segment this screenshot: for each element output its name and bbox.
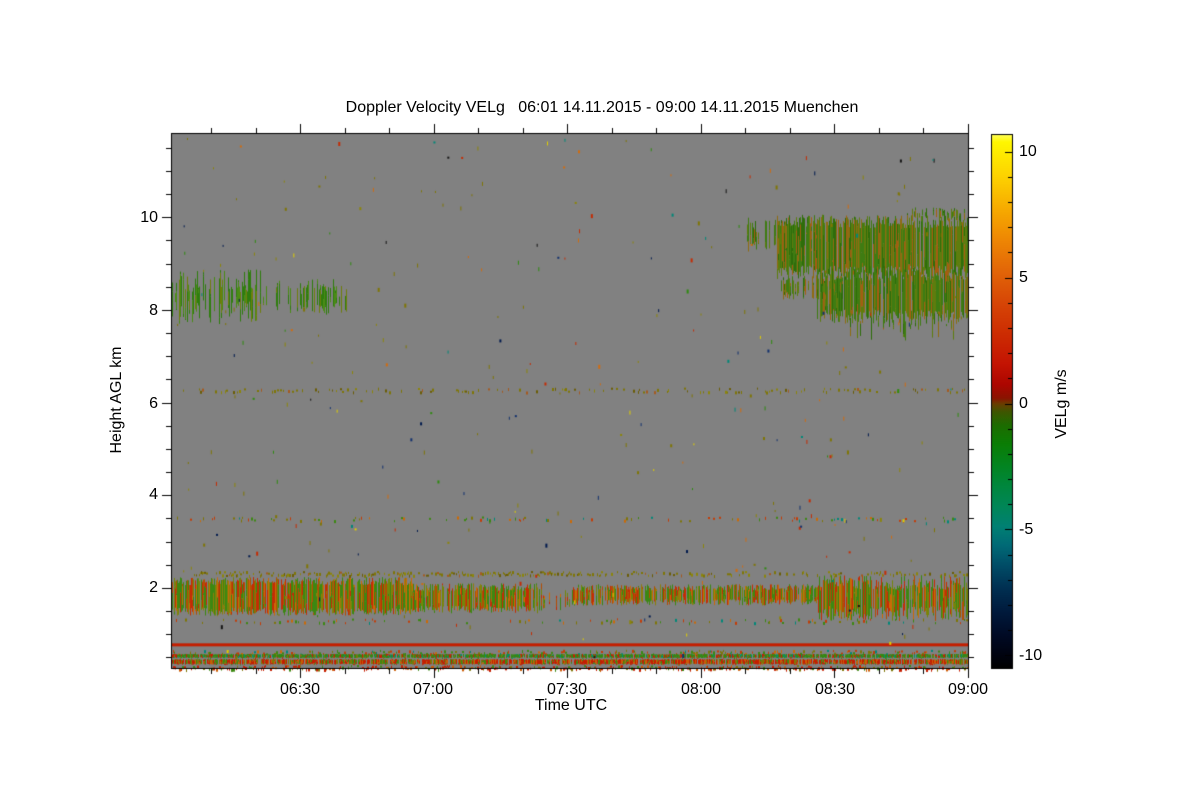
y-tick-label-8: 8 [149, 302, 158, 319]
colorbar-tick-label-neg10: -10 [1019, 647, 1043, 664]
x-tick-label-0700: 07:00 [412, 681, 454, 698]
chart-title: Doppler Velocity VELg 06:01 14.11.2015 -… [345, 99, 859, 116]
x-axis-title: Time UTC [534, 697, 608, 714]
x-tick-label-0630: 06:30 [279, 681, 321, 698]
y-tick-label-4: 4 [149, 486, 158, 503]
y-tick-label-2: 2 [149, 579, 158, 596]
y-tick-label-10: 10 [140, 209, 158, 226]
colorbar-tick-label-5: 5 [1019, 269, 1028, 286]
colorbar-tick-label-0: 0 [1019, 395, 1028, 412]
colorbar-tick-label-10: 10 [1019, 143, 1037, 160]
colorbar-tick-label-neg5: -5 [1019, 521, 1034, 538]
y-axis-title: Height AGL km [108, 346, 125, 454]
doppler-velocity-figure: Doppler Velocity VELg 06:01 14.11.2015 -… [0, 0, 1200, 800]
x-tick-label-0830: 08:30 [814, 681, 856, 698]
colorbar-title: VELg m/s [1053, 369, 1070, 439]
x-tick-label-0900: 09:00 [947, 681, 989, 698]
x-tick-label-0800: 08:00 [680, 681, 722, 698]
